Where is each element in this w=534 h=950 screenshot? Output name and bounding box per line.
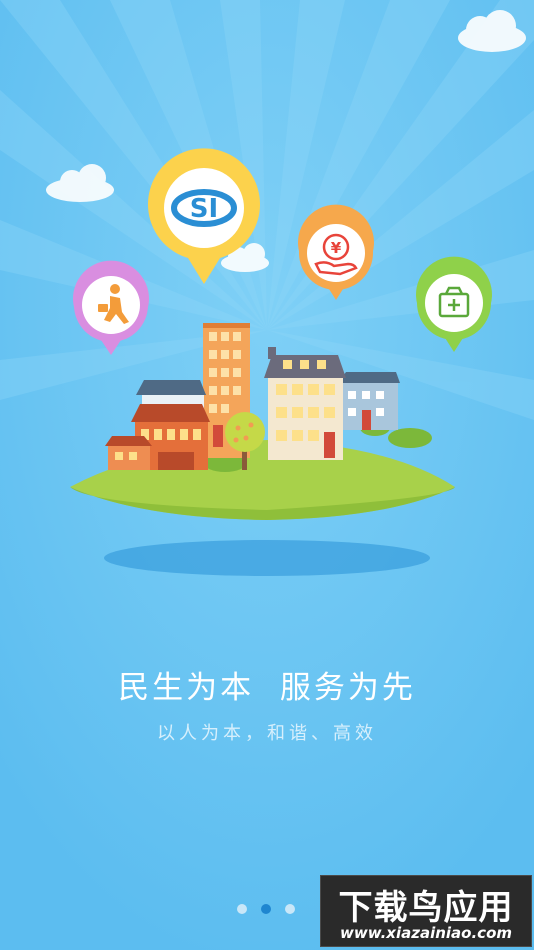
beige-building [264,347,346,460]
svg-text:¥: ¥ [331,239,342,257]
watermark-title: 下载鸟应用 [338,888,514,928]
island-shadow [104,540,430,576]
splash-subtitle: 以人为本，和谐、高效 [157,723,377,744]
watermark-logo: 下载鸟应用 www.xiazainiao.com [320,875,532,947]
money-hand-icon: ¥ [298,204,375,300]
watermark-url: www.xiazainiao.com [339,924,513,942]
medical-kit-icon [416,256,492,352]
blue-building [338,372,400,430]
splash-title: 民生为本 服务为先 [118,670,416,706]
page-indicator [237,904,295,914]
cloud [458,10,526,52]
job-seeker-icon [73,260,149,355]
page-dot-1[interactable] [237,904,247,914]
svg-text:SI: SI [190,194,218,224]
orange-house [105,380,210,470]
cloud [46,164,114,202]
city-island-illustration: SI ¥ [46,10,526,576]
page-dot-3[interactable] [285,904,295,914]
page-dot-2-active[interactable] [261,904,271,914]
